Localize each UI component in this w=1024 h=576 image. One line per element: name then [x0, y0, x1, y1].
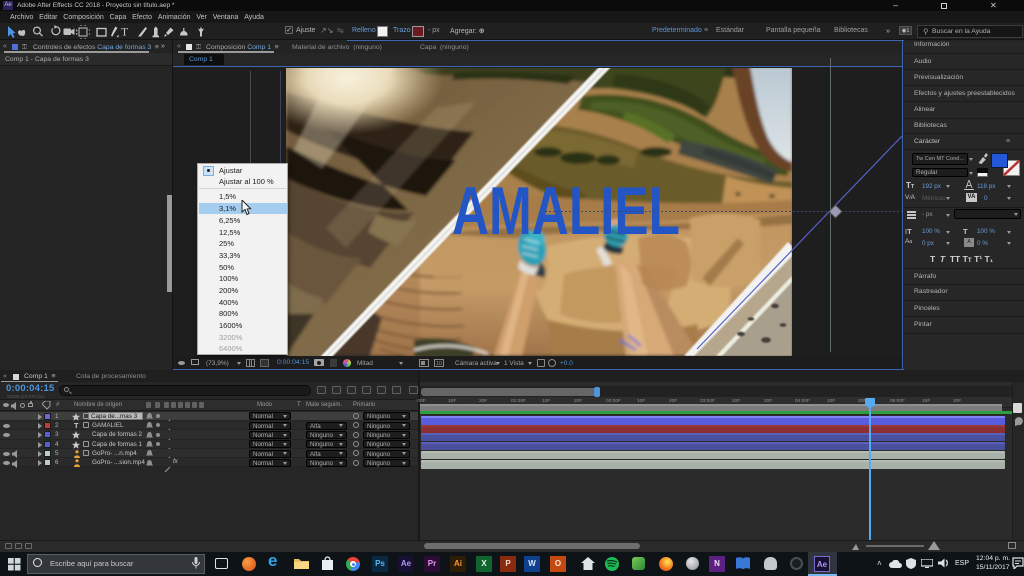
svg-text:T: T — [121, 27, 128, 39]
